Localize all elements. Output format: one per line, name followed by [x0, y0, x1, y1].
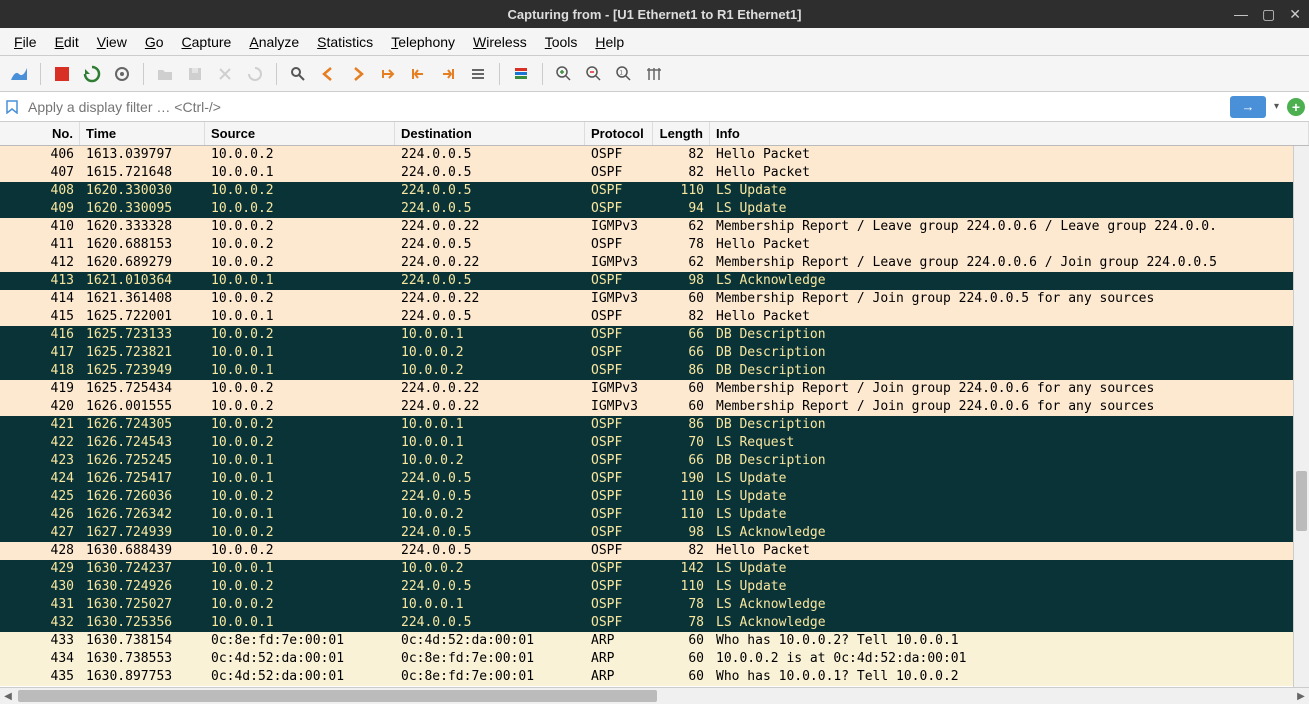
packet-row[interactable]: 4311630.72502710.0.0.210.0.0.1OSPF78LS A… [0, 596, 1309, 614]
menu-capture[interactable]: Capture [176, 32, 238, 52]
packet-row[interactable]: 4171625.72382110.0.0.110.0.0.2OSPF66DB D… [0, 344, 1309, 362]
packet-row[interactable]: 4201626.00155510.0.0.2224.0.0.22IGMPv360… [0, 398, 1309, 416]
menu-help[interactable]: Help [589, 32, 630, 52]
vertical-scrollbar[interactable] [1293, 146, 1309, 687]
column-header-source[interactable]: Source [205, 122, 395, 145]
last-packet-icon[interactable] [435, 61, 461, 87]
restart-capture-icon[interactable] [79, 61, 105, 87]
packet-row[interactable]: 4061613.03979710.0.0.2224.0.0.5OSPF82Hel… [0, 146, 1309, 164]
svg-text:1: 1 [620, 70, 624, 76]
packet-row[interactable]: 4181625.72394910.0.0.110.0.0.2OSPF86DB D… [0, 362, 1309, 380]
next-packet-icon[interactable] [345, 61, 371, 87]
packet-row[interactable]: 4121620.68927910.0.0.2224.0.0.22IGMPv362… [0, 254, 1309, 272]
packet-row[interactable]: 4331630.7381540c:8e:fd:7e:00:010c:4d:52:… [0, 632, 1309, 650]
packet-row[interactable]: 4211626.72430510.0.0.210.0.0.1OSPF86DB D… [0, 416, 1309, 434]
packet-row[interactable]: 4231626.72524510.0.0.110.0.0.2OSPF66DB D… [0, 452, 1309, 470]
scroll-right-icon[interactable]: ▶ [1293, 688, 1309, 704]
filter-input[interactable] [24, 95, 1230, 119]
packet-row[interactable]: 4281630.68843910.0.0.2224.0.0.5OSPF82Hel… [0, 542, 1309, 560]
packet-list[interactable]: 4061613.03979710.0.0.2224.0.0.5OSPF82Hel… [0, 146, 1309, 687]
apply-filter-button[interactable]: → [1230, 96, 1266, 118]
packet-row[interactable]: 4151625.72200110.0.0.1224.0.0.5OSPF82Hel… [0, 308, 1309, 326]
packet-row[interactable]: 4141621.36140810.0.0.2224.0.0.22IGMPv360… [0, 290, 1309, 308]
packet-row[interactable]: 4101620.33332810.0.0.2224.0.0.22IGMPv362… [0, 218, 1309, 236]
window-title: Capturing from - [U1 Ethernet1 to R1 Eth… [508, 7, 802, 22]
packet-row[interactable]: 4251626.72603610.0.0.2224.0.0.5OSPF110LS… [0, 488, 1309, 506]
column-headers: No. Time Source Destination Protocol Len… [0, 122, 1309, 146]
maximize-icon[interactable]: ▢ [1262, 6, 1275, 23]
first-packet-icon[interactable] [405, 61, 431, 87]
packet-row[interactable]: 4111620.68815310.0.0.2224.0.0.5OSPF78Hel… [0, 236, 1309, 254]
titlebar: Capturing from - [U1 Ethernet1 to R1 Eth… [0, 0, 1309, 28]
menu-statistics[interactable]: Statistics [311, 32, 379, 52]
packet-row[interactable]: 4131621.01036410.0.0.1224.0.0.5OSPF98LS … [0, 272, 1309, 290]
column-header-info[interactable]: Info [710, 122, 1309, 145]
packet-row[interactable]: 4161625.72313310.0.0.210.0.0.1OSPF66DB D… [0, 326, 1309, 344]
packet-row[interactable]: 4301630.72492610.0.0.2224.0.0.5OSPF110LS… [0, 578, 1309, 596]
add-filter-button[interactable]: + [1287, 98, 1305, 116]
colorize-icon[interactable] [508, 61, 534, 87]
packet-row[interactable]: 4261626.72634210.0.0.110.0.0.2OSPF110LS … [0, 506, 1309, 524]
packet-row[interactable]: 4091620.33009510.0.0.2224.0.0.5OSPF94LS … [0, 200, 1309, 218]
filter-bar: → ▾ + [0, 92, 1309, 122]
packet-row[interactable]: 4191625.72543410.0.0.2224.0.0.22IGMPv360… [0, 380, 1309, 398]
packet-row[interactable]: 4291630.72423710.0.0.110.0.0.2OSPF142LS … [0, 560, 1309, 578]
column-header-time[interactable]: Time [80, 122, 205, 145]
goto-packet-icon[interactable] [375, 61, 401, 87]
find-icon[interactable] [285, 61, 311, 87]
save-file-icon [182, 61, 208, 87]
minimize-icon[interactable]: — [1234, 6, 1248, 23]
prev-packet-icon[interactable] [315, 61, 341, 87]
menu-go[interactable]: Go [139, 32, 170, 52]
menu-file[interactable]: File [8, 32, 43, 52]
stop-capture-icon[interactable] [49, 61, 75, 87]
capture-options-icon[interactable] [109, 61, 135, 87]
packet-row[interactable]: 4081620.33003010.0.0.2224.0.0.5OSPF110LS… [0, 182, 1309, 200]
filter-dropdown-icon[interactable]: ▾ [1270, 101, 1283, 112]
zoom-reset-icon[interactable]: 1 [611, 61, 637, 87]
column-header-length[interactable]: Length [653, 122, 710, 145]
horizontal-scrollbar[interactable]: ◀ ▶ [0, 687, 1309, 704]
zoom-in-icon[interactable] [551, 61, 577, 87]
scroll-left-icon[interactable]: ◀ [0, 688, 16, 704]
column-header-protocol[interactable]: Protocol [585, 122, 653, 145]
packet-list-pane: No. Time Source Destination Protocol Len… [0, 122, 1309, 704]
auto-scroll-icon[interactable] [465, 61, 491, 87]
column-header-destination[interactable]: Destination [395, 122, 585, 145]
menu-view[interactable]: View [91, 32, 133, 52]
menubar: File Edit View Go CaptureAnalyze Statistics Te… [0, 28, 1309, 56]
toolbar: 1 [0, 56, 1309, 92]
packet-row[interactable]: 4341630.7385530c:4d:52:da:00:010c:8e:fd:… [0, 650, 1309, 668]
menu-wireless[interactable]: Wireless [467, 32, 533, 52]
packet-row[interactable]: 4351630.8977530c:4d:52:da:00:010c:8e:fd:… [0, 668, 1309, 686]
packet-row[interactable]: 4071615.72164810.0.0.1224.0.0.5OSPF82Hel… [0, 164, 1309, 182]
zoom-out-icon[interactable] [581, 61, 607, 87]
menu-telephony[interactable]: Telephony [385, 32, 461, 52]
menu-analyze[interactable]: Analyze [243, 32, 305, 52]
close-file-icon [212, 61, 238, 87]
menu-edit[interactable]: Edit [49, 32, 85, 52]
menu-tools[interactable]: Tools [539, 32, 584, 52]
column-header-no[interactable]: No. [0, 122, 80, 145]
reload-icon [242, 61, 268, 87]
packet-row[interactable]: 4221626.72454310.0.0.210.0.0.1OSPF70LS R… [0, 434, 1309, 452]
close-icon[interactable]: ✕ [1289, 6, 1301, 23]
packet-row[interactable]: 4321630.72535610.0.0.1224.0.0.5OSPF78LS … [0, 614, 1309, 632]
packet-row[interactable]: 4241626.72541710.0.0.1224.0.0.5OSPF190LS… [0, 470, 1309, 488]
resize-columns-icon[interactable] [641, 61, 667, 87]
packet-row[interactable]: 4271627.72493910.0.0.2224.0.0.5OSPF98LS … [0, 524, 1309, 542]
shark-fin-icon[interactable] [6, 61, 32, 87]
bookmark-icon[interactable] [4, 99, 20, 115]
open-file-icon [152, 61, 178, 87]
